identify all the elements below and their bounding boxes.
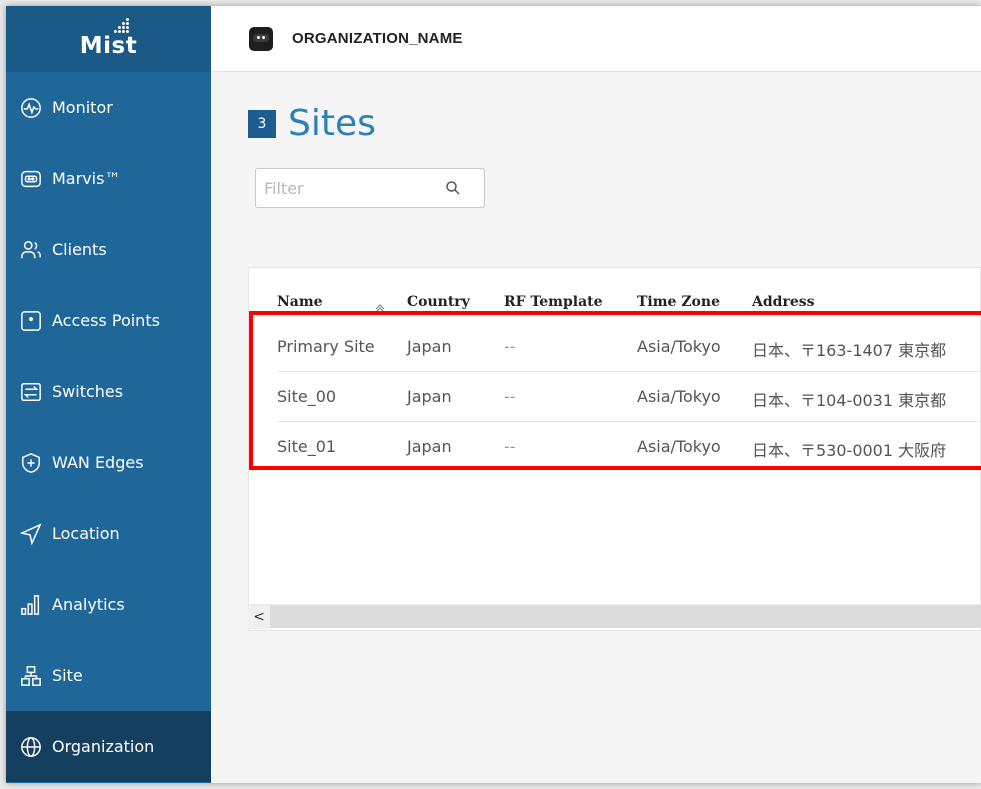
sidebar-item-label: Switches <box>52 382 124 401</box>
sidebar-item-label: Access Points <box>52 311 160 330</box>
sidebar-item-label: Organization <box>52 737 155 756</box>
filter-input[interactable] <box>264 178 439 198</box>
sidebar-item-label: Clients <box>52 240 107 259</box>
marvis-icon <box>20 168 42 190</box>
globe-icon <box>20 736 42 758</box>
filter-box[interactable] <box>255 168 485 208</box>
cell-rf-template: -- <box>504 337 516 356</box>
sidebar-item-location[interactable]: Location <box>6 498 211 569</box>
cell-time-zone: Asia/Tokyo <box>637 437 721 456</box>
cell-rf-template: -- <box>504 387 516 406</box>
sidebar-item-site[interactable]: Site <box>6 640 211 711</box>
sidebar-item-label: Monitor <box>52 98 113 117</box>
cell-time-zone: Asia/Tokyo <box>637 337 721 356</box>
cell-country: Japan <box>407 437 452 456</box>
access-point-icon <box>20 310 42 332</box>
page-header: 3 Sites <box>248 103 376 144</box>
cell-address: 日本、〒530-0001 大阪府 <box>752 441 947 460</box>
sidebar-item-organization[interactable]: Organization <box>6 711 211 782</box>
page-title: Sites <box>288 103 376 144</box>
cell-rf-template: -- <box>504 437 516 456</box>
search-icon[interactable] <box>445 180 461 196</box>
sidebar-item-switches[interactable]: Switches <box>6 356 211 427</box>
top-bar: ORGANIZATION_NAME <box>211 6 981 72</box>
cell-address: 日本、〒163-1407 東京都 <box>752 341 947 360</box>
cell-time-zone: Asia/Tokyo <box>637 387 721 406</box>
cell-name[interactable]: Primary Site <box>277 337 375 356</box>
sidebar-item-analytics[interactable]: Analytics <box>6 569 211 640</box>
cell-country: Japan <box>407 337 452 356</box>
monitor-icon <box>20 97 42 119</box>
column-header-country[interactable]: Country <box>407 294 470 310</box>
sidebar-item-wan-edges[interactable]: WAN Edges <box>6 427 211 498</box>
switch-icon <box>20 381 42 403</box>
sidebar: Mist Monitor Marvis™ Clients Access Poin <box>6 6 211 783</box>
site-icon <box>20 665 42 687</box>
clients-icon <box>20 239 42 261</box>
scroll-left-button[interactable]: < <box>248 605 270 629</box>
org-avatar-icon[interactable] <box>249 26 273 51</box>
cell-name[interactable]: Site_00 <box>277 387 336 406</box>
main-content: 3 Sites Name Country RF Template Time Zo… <box>211 73 981 783</box>
sidebar-item-marvis[interactable]: Marvis™ <box>6 143 211 214</box>
analytics-icon <box>20 594 42 616</box>
table-header: Name Country RF Template Time Zone Addre… <box>249 294 980 324</box>
table-row[interactable]: Site_00 Japan -- Asia/Tokyo 日本、〒104-0031… <box>277 372 980 422</box>
column-header-time-zone[interactable]: Time Zone <box>637 294 720 310</box>
table-row[interactable]: Site_01 Japan -- Asia/Tokyo 日本、〒530-0001… <box>277 422 980 472</box>
cell-name[interactable]: Site_01 <box>277 437 336 456</box>
organization-name[interactable]: ORGANIZATION_NAME <box>292 30 463 47</box>
sites-table: Name Country RF Template Time Zone Addre… <box>248 267 981 631</box>
sidebar-item-label: Location <box>52 524 120 543</box>
cell-address: 日本、〒104-0031 東京都 <box>752 391 947 410</box>
horizontal-scrollbar[interactable]: < <box>248 604 981 629</box>
column-header-name[interactable]: Name <box>277 294 323 310</box>
sidebar-item-access-points[interactable]: Access Points <box>6 285 211 356</box>
sidebar-item-clients[interactable]: Clients <box>6 214 211 285</box>
sidebar-item-label: WAN Edges <box>52 453 144 472</box>
sidebar-item-monitor[interactable]: Monitor <box>6 72 211 143</box>
column-header-rf-template[interactable]: RF Template <box>504 294 603 310</box>
sidebar-item-label: Analytics <box>52 595 125 614</box>
wan-edge-icon <box>20 452 42 474</box>
cell-country: Japan <box>407 387 452 406</box>
sort-ascending-icon[interactable] <box>375 303 385 313</box>
logo-dots-icon <box>112 18 132 40</box>
location-icon <box>20 522 42 545</box>
table-row[interactable]: Primary Site Japan -- Asia/Tokyo 日本、〒163… <box>277 322 980 372</box>
sidebar-item-label: Marvis™ <box>52 169 121 188</box>
sidebar-item-label: Site <box>52 666 83 685</box>
site-count-badge: 3 <box>248 109 276 138</box>
mist-logo[interactable]: Mist <box>6 6 211 72</box>
app-window: Mist Monitor Marvis™ Clients Access Poin <box>6 6 981 783</box>
column-header-address[interactable]: Address <box>752 294 815 310</box>
